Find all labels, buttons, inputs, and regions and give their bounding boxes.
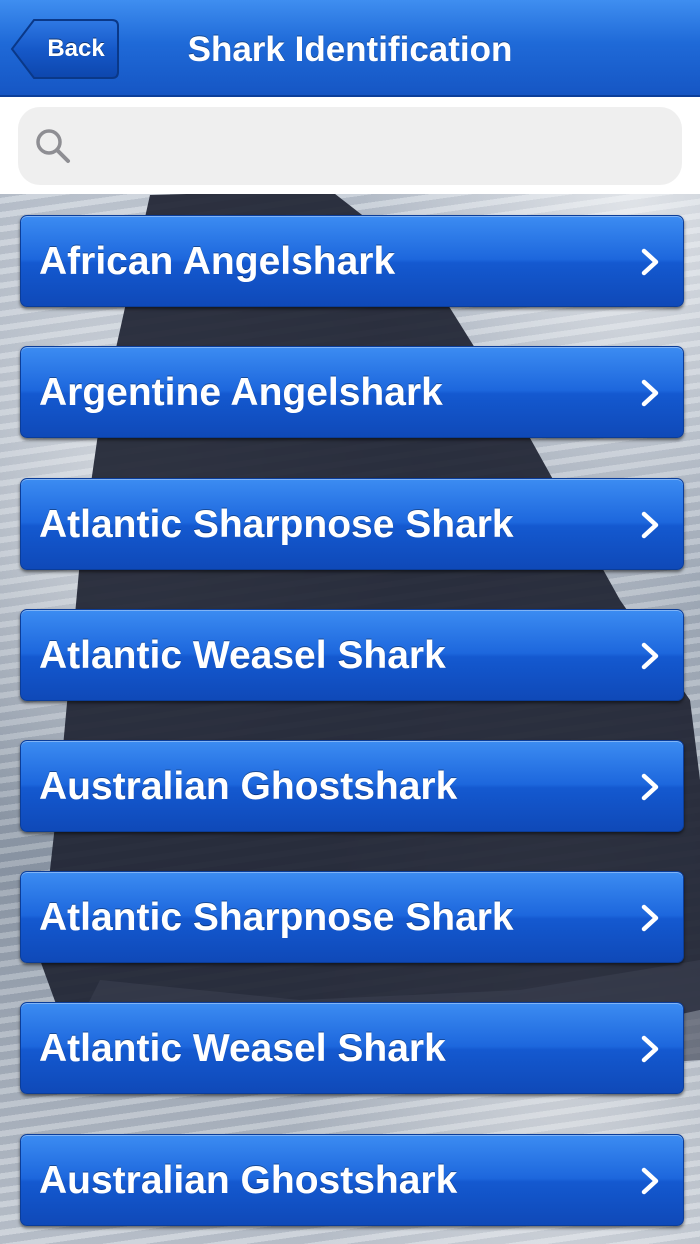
list-item-label: Argentine Angelshark [39, 371, 443, 414]
search-icon [36, 129, 70, 163]
list-item[interactable]: Atlantic Sharpnose Shark [20, 871, 684, 963]
chevron-right-icon [641, 379, 659, 407]
list-item[interactable]: Australian Ghostshark [20, 1134, 684, 1226]
list-item[interactable]: Atlantic Weasel Shark [20, 609, 684, 701]
search-input[interactable] [88, 107, 672, 187]
list-item[interactable]: Argentine Angelshark [20, 346, 684, 438]
back-button[interactable]: Back [10, 18, 120, 80]
chevron-right-icon [641, 248, 659, 276]
list-item-label: Atlantic Sharpnose Shark [39, 503, 514, 546]
chevron-right-icon [641, 511, 659, 539]
list-item[interactable]: Atlantic Sharpnose Shark [20, 478, 684, 570]
list-item-label: Australian Ghostshark [39, 765, 458, 808]
list-item-label: Atlantic Weasel Shark [39, 634, 446, 677]
list-item-label: Atlantic Weasel Shark [39, 1027, 446, 1070]
list-item[interactable]: African Angelshark [20, 215, 684, 307]
list-item-label: Atlantic Sharpnose Shark [39, 896, 514, 939]
chevron-right-icon [641, 1035, 659, 1063]
navigation-bar: Back Shark Identification [0, 0, 700, 97]
chevron-right-icon [641, 904, 659, 932]
chevron-right-icon [641, 642, 659, 670]
back-button-label: Back [47, 35, 105, 62]
chevron-right-icon [641, 773, 659, 801]
list-item-label: Australian Ghostshark [39, 1159, 458, 1202]
chevron-right-icon [641, 1167, 659, 1195]
search-bar [0, 97, 700, 194]
list-item-label: African Angelshark [39, 240, 396, 283]
page-title: Shark Identification [187, 30, 513, 69]
list-item[interactable]: Atlantic Weasel Shark [20, 1002, 684, 1094]
list-item[interactable]: Australian Ghostshark [20, 740, 684, 832]
search-field[interactable] [18, 107, 682, 187]
